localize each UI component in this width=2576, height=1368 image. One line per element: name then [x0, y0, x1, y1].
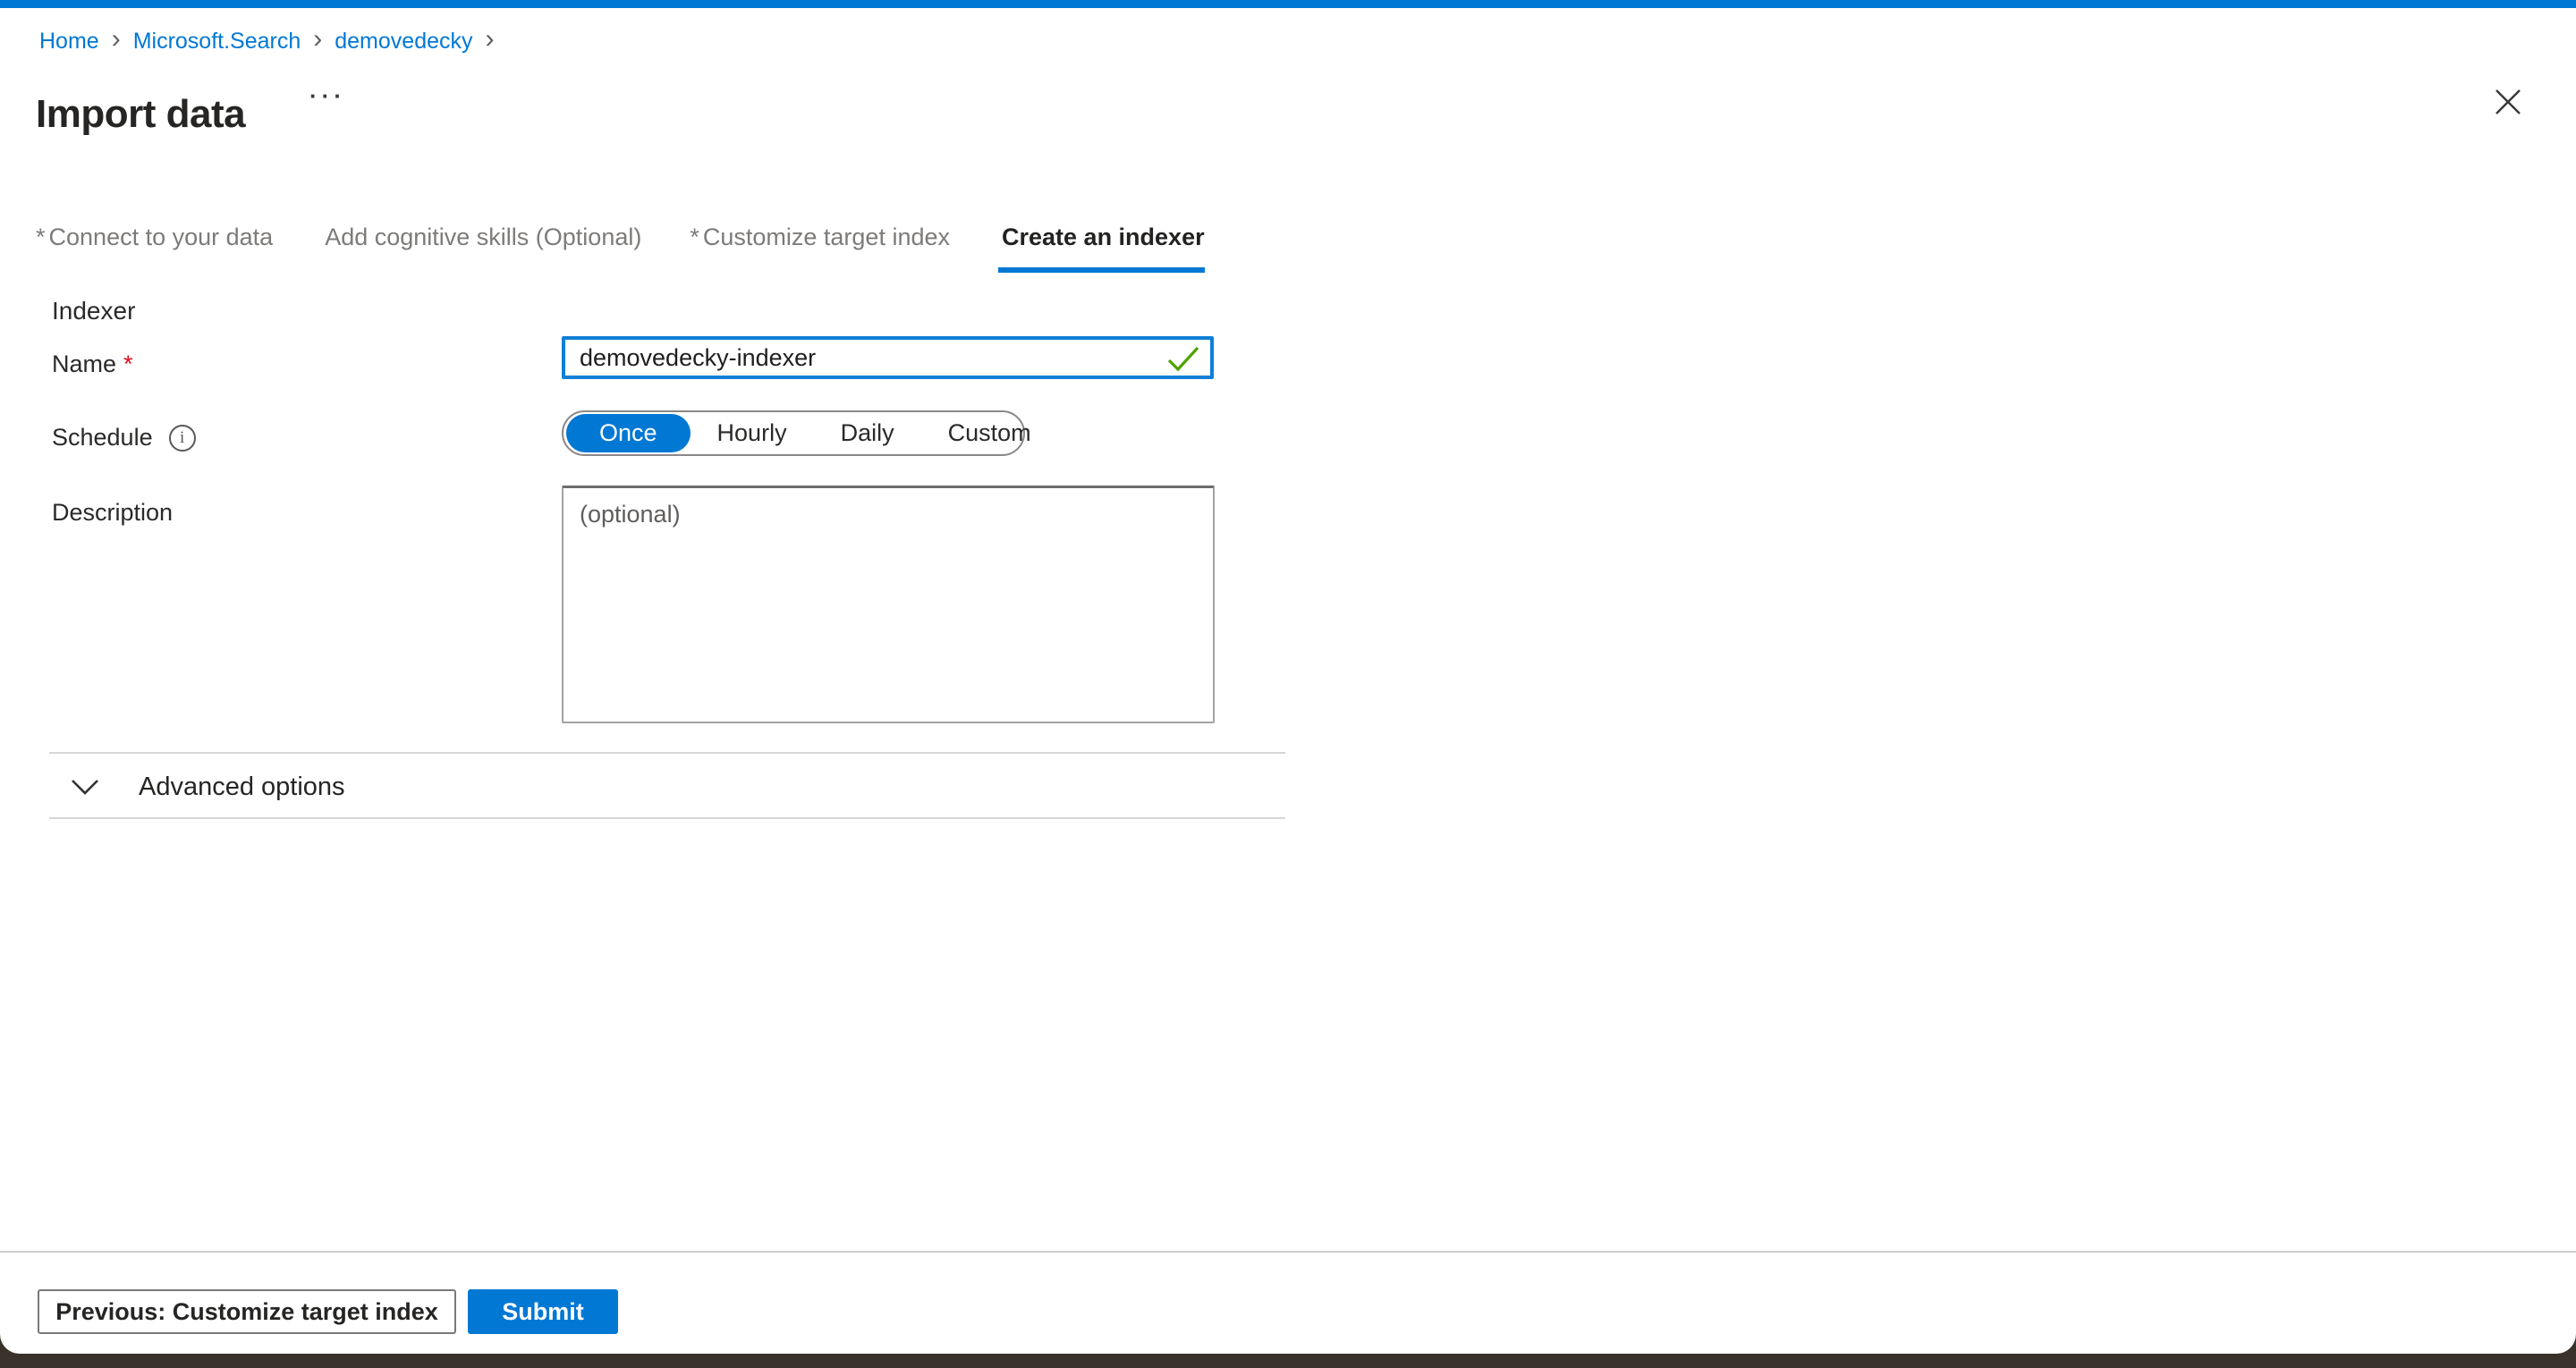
- schedule-option-once[interactable]: Once: [566, 414, 691, 452]
- section-divider: [49, 817, 1285, 819]
- portal-top-accent-bar: [0, 0, 2576, 8]
- schedule-option-daily[interactable]: Daily: [814, 419, 921, 447]
- tab-label: Customize target index: [703, 224, 950, 250]
- section-divider: [49, 752, 1285, 754]
- breadcrumb-demovedecky-link[interactable]: demovedecky: [335, 23, 472, 59]
- chevron-right-icon: ›: [301, 21, 335, 57]
- page-title: Import data: [36, 92, 245, 137]
- name-label-text: Name: [52, 350, 116, 377]
- close-icon[interactable]: [2485, 79, 2531, 125]
- schedule-option-hourly[interactable]: Hourly: [691, 419, 814, 447]
- footer-divider: [0, 1251, 2576, 1253]
- breadcrumb: Home › Microsoft.Search › demovedecky ›: [39, 23, 507, 59]
- tab-create-an-indexer[interactable]: Create an indexer: [998, 224, 1205, 273]
- tab-connect-to-your-data[interactable]: *Connect to your data: [36, 224, 273, 273]
- schedule-field-label: Schedule i: [52, 424, 196, 452]
- breadcrumb-microsoft-search-link[interactable]: Microsoft.Search: [133, 23, 301, 59]
- validation-check-icon: [1165, 344, 1201, 377]
- tab-label: Add cognitive skills (Optional): [325, 224, 641, 250]
- breadcrumb-home-link[interactable]: Home: [39, 23, 99, 59]
- schedule-label-text: Schedule: [52, 424, 153, 452]
- tab-label: Connect to your data: [49, 224, 274, 250]
- tab-add-cognitive-skills[interactable]: Add cognitive skills (Optional): [321, 224, 641, 273]
- tab-customize-target-index[interactable]: *Customize target index: [690, 224, 950, 273]
- description-textarea[interactable]: [562, 486, 1215, 723]
- name-field-label: Name *: [52, 350, 133, 378]
- tab-label: Create an indexer: [1002, 224, 1205, 250]
- wizard-tabs: *Connect to your data Add cognitive skil…: [36, 224, 1205, 273]
- more-options-icon[interactable]: ···: [304, 77, 352, 115]
- advanced-options-toggle[interactable]: Advanced options: [67, 765, 345, 808]
- import-data-blade: Home › Microsoft.Search › demovedecky › …: [0, 0, 2576, 1354]
- name-field: [562, 336, 1214, 379]
- indexer-section-title: Indexer: [52, 297, 135, 325]
- chevron-right-icon: ›: [99, 21, 133, 57]
- submit-button[interactable]: Submit: [468, 1289, 618, 1334]
- chevron-right-icon: ›: [473, 21, 507, 57]
- indexer-name-input[interactable]: [562, 336, 1214, 379]
- previous-step-button[interactable]: Previous: Customize target index: [38, 1289, 456, 1334]
- required-asterisk: *: [123, 350, 133, 377]
- info-icon[interactable]: i: [169, 425, 196, 452]
- description-field-label: Description: [52, 499, 173, 527]
- schedule-option-custom[interactable]: Custom: [921, 419, 1058, 447]
- required-tab-marker: *: [690, 224, 699, 250]
- advanced-options-label: Advanced options: [139, 773, 345, 802]
- schedule-toggle-group: Once Hourly Daily Custom: [562, 410, 1025, 456]
- required-tab-marker: *: [36, 224, 46, 250]
- chevron-down-icon: [67, 776, 103, 798]
